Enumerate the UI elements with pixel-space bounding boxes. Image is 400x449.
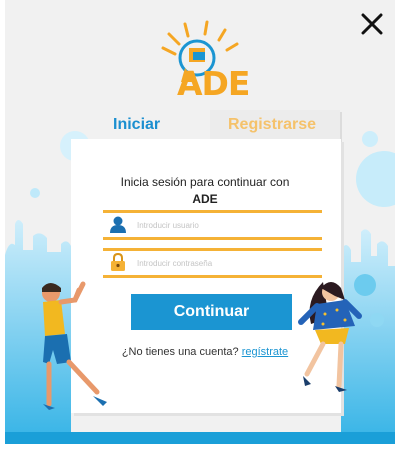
register-link[interactable]: regístrate xyxy=(242,346,288,358)
user-icon xyxy=(110,216,126,233)
username-input[interactable] xyxy=(135,215,319,235)
lock-icon xyxy=(111,253,125,271)
username-field xyxy=(103,210,322,240)
password-field xyxy=(103,248,322,278)
continue-button[interactable]: Continuar xyxy=(131,294,292,330)
login-subtitle: Inicia sesión para continuar con ADE xyxy=(5,174,395,208)
login-modal: ADE Iniciar Registrarse Inicia sesión pa… xyxy=(5,0,395,444)
register-prompt: ¿No tienes una cuenta? regístrate xyxy=(5,346,395,358)
subtitle-brand: ADE xyxy=(192,192,218,206)
subtitle-text: Inicia sesión para continuar con xyxy=(120,175,290,189)
girl-figure xyxy=(298,282,362,392)
password-input[interactable] xyxy=(135,253,319,273)
bottom-bar xyxy=(5,432,395,444)
register-prompt-text: ¿No tienes una cuenta? xyxy=(121,346,239,358)
